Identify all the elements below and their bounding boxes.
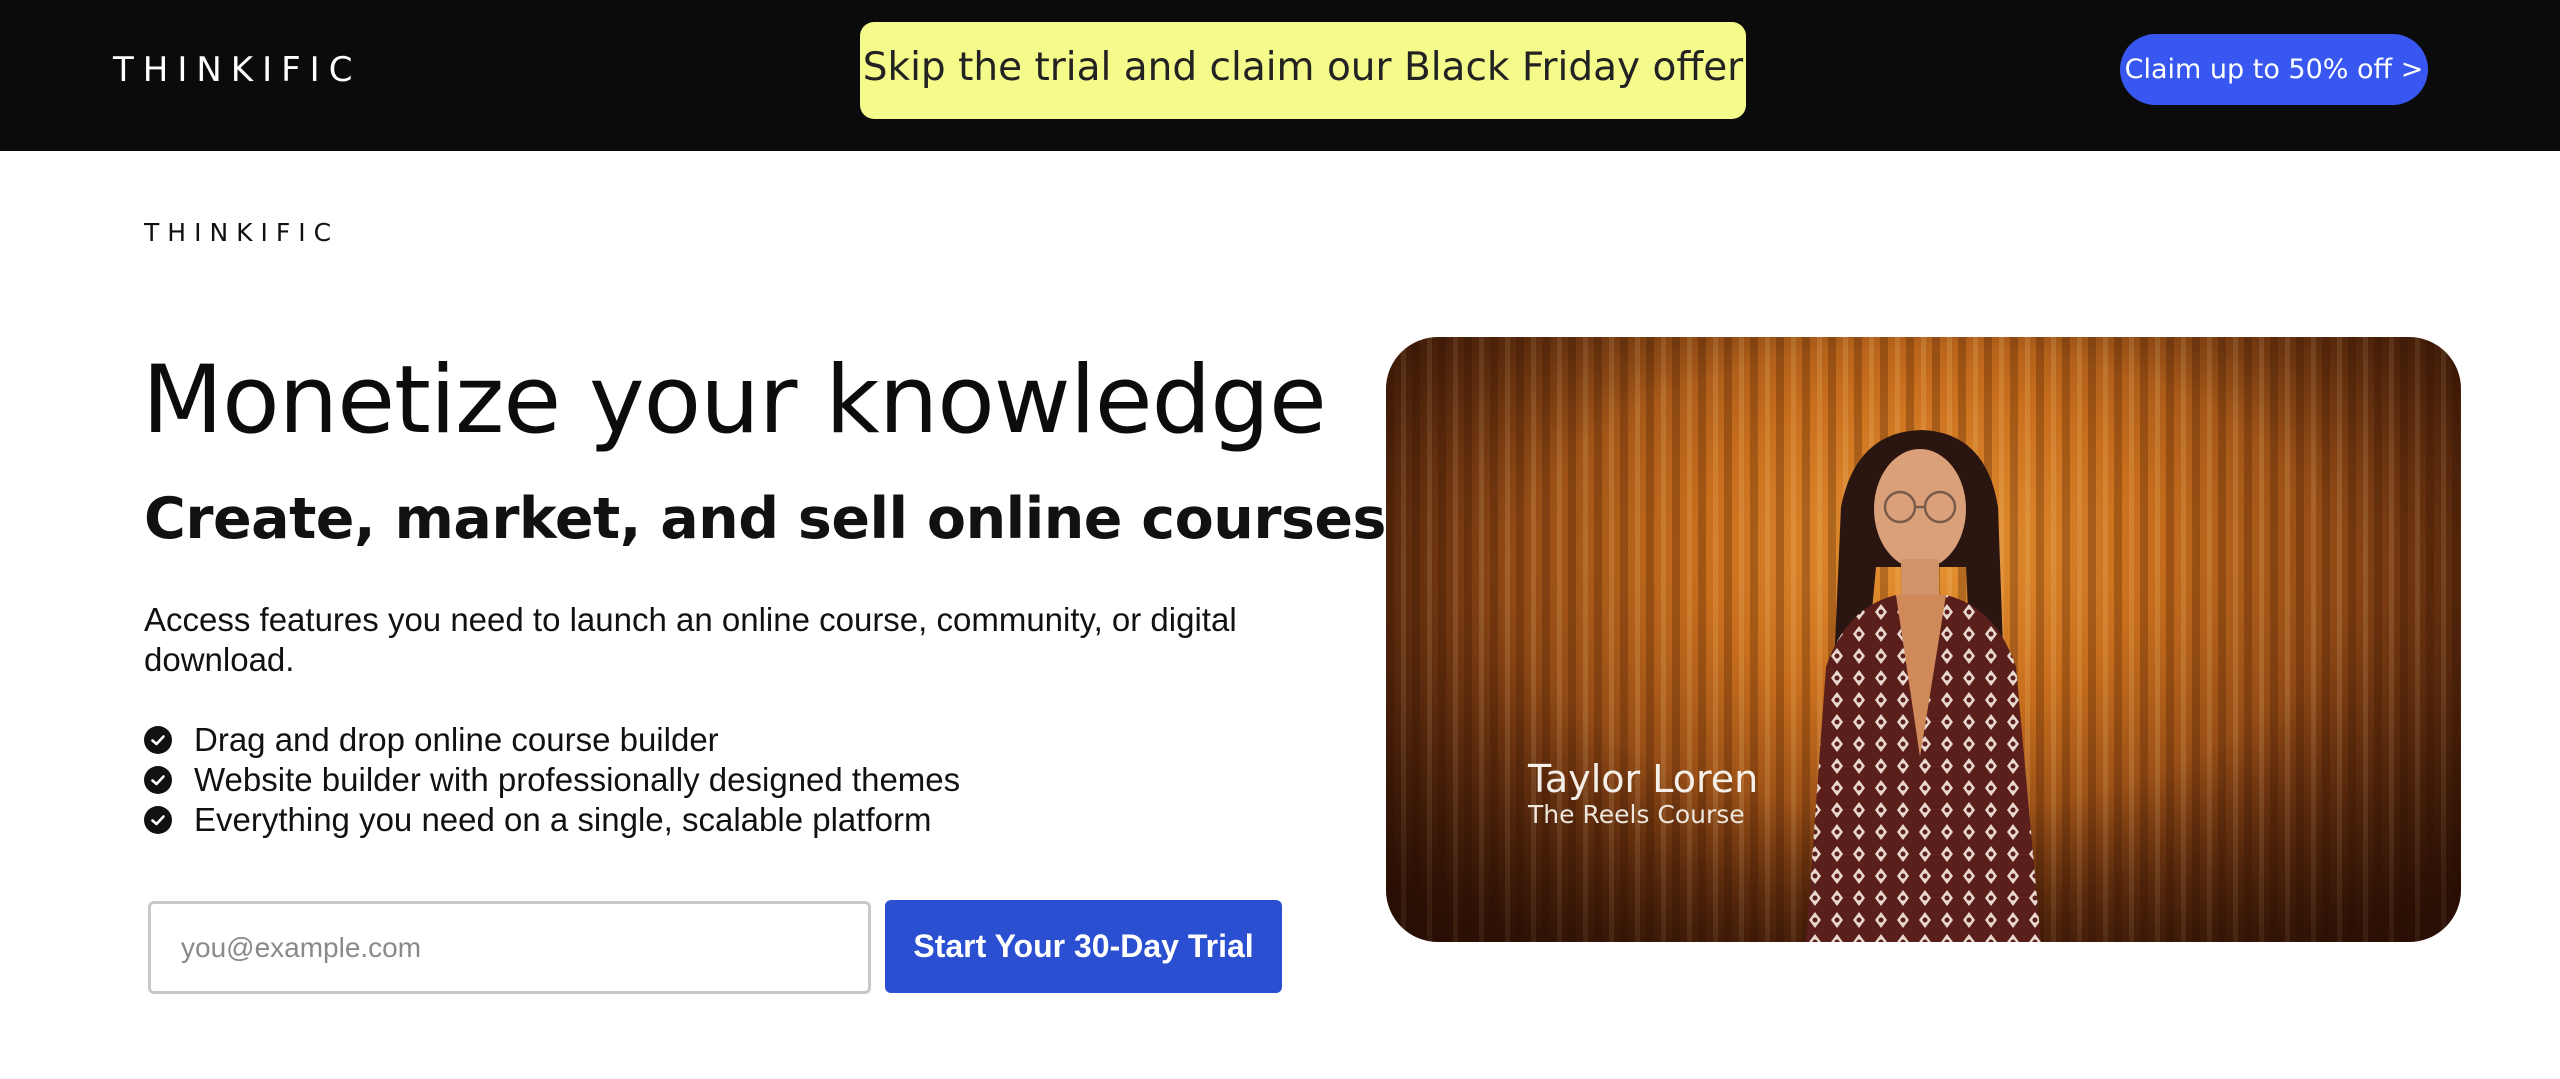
start-trial-button[interactable]: Start Your 30-Day Trial [885,900,1282,993]
feature-text: Drag and drop online course builder [194,721,719,758]
course-video[interactable]: Taylor Loren The Reels Course [1386,337,2461,942]
video-frame-image [1386,337,2461,942]
hero-title: Monetize your knowledge [142,346,1327,455]
promo-bar: THINKIFIC Skip the trial and claim our B… [0,0,2560,151]
check-circle-icon [144,766,172,794]
feature-text: Everything you need on a single, scalabl… [194,801,932,838]
hero-description: Access features you need to launch an on… [144,601,1237,678]
hero-subtitle: Create, market, and sell online courses. [144,486,1408,552]
feature-list: Drag and drop online course builder Webs… [144,720,960,840]
check-circle-icon [144,806,172,834]
site-logo[interactable]: THINKIFIC [144,218,339,248]
presenter-name: Taylor Loren [1528,757,1759,801]
email-field[interactable] [148,901,871,994]
claim-offer-button[interactable]: Claim up to 50% off > [2120,34,2428,105]
course-name: The Reels Course [1528,800,1745,829]
feature-text: Website builder with professionally desi… [194,761,961,798]
feature-item: Everything you need on a single, scalabl… [144,800,960,840]
black-friday-offer-banner[interactable]: Skip the trial and claim our Black Frida… [860,22,1746,119]
feature-item: Drag and drop online course builder [144,720,960,760]
promo-logo[interactable]: THINKIFIC [113,50,361,90]
feature-item: Website builder with professionally desi… [144,760,960,800]
check-circle-icon [144,726,172,754]
